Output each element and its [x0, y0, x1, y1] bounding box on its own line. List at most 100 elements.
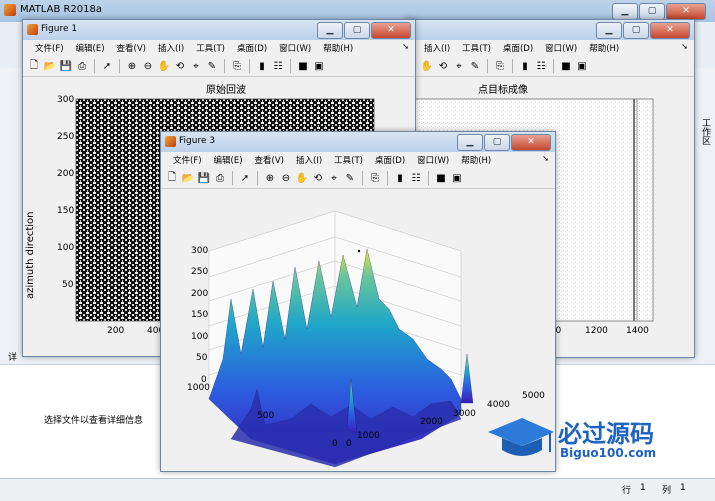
maximize-button[interactable]: ▢: [623, 22, 649, 39]
toolbar-separator: [224, 59, 225, 73]
link-icon[interactable]: ⎘: [230, 59, 244, 73]
colorbar-icon[interactable]: ▮: [518, 59, 532, 73]
hide-icon[interactable]: ■: [559, 59, 573, 73]
menu-desktop[interactable]: 桌面(D): [231, 40, 273, 56]
legend-icon[interactable]: ☷: [409, 171, 423, 185]
menu-desktop[interactable]: 桌面(D): [497, 40, 539, 56]
print-icon[interactable]: ⎙: [75, 59, 89, 73]
pointer-icon[interactable]: ➚: [100, 59, 114, 73]
data-cursor-icon[interactable]: ⌖: [327, 171, 341, 185]
menu-help[interactable]: 帮助(H): [317, 40, 359, 56]
data-cursor-icon[interactable]: ⌖: [189, 59, 203, 73]
minimize-button[interactable]: ▁: [596, 22, 622, 39]
menu-file[interactable]: 文件(F): [167, 152, 208, 168]
close-button[interactable]: ✕: [650, 22, 690, 39]
menu-help[interactable]: 帮助(H): [583, 40, 625, 56]
menu-tools[interactable]: 工具(T): [190, 40, 231, 56]
menu-view[interactable]: 查看(V): [111, 40, 152, 56]
pan-icon[interactable]: ✋: [295, 171, 309, 185]
save-icon[interactable]: 💾: [197, 171, 211, 185]
zoom-in-icon[interactable]: ⊕: [125, 59, 139, 73]
print-icon[interactable]: ⎙: [213, 171, 227, 185]
show-icon[interactable]: ▣: [575, 59, 589, 73]
new-figure-icon[interactable]: 🗋: [165, 171, 179, 185]
data-cursor-icon[interactable]: ⌖: [452, 59, 466, 73]
zoom-out-icon[interactable]: ⊖: [141, 59, 155, 73]
menu-file[interactable]: 文件(F): [29, 40, 70, 56]
figure3-xtick: 0: [346, 439, 352, 449]
zoom-in-icon[interactable]: ⊕: [263, 171, 277, 185]
minimize-button[interactable]: ▁: [457, 134, 483, 151]
figure3-marker: [357, 249, 361, 253]
figure2-xtick: 1200: [585, 326, 608, 336]
brush-icon[interactable]: ✎: [343, 171, 357, 185]
zoom-out-icon[interactable]: ⊖: [279, 171, 293, 185]
menu-window[interactable]: 窗口(W): [411, 152, 455, 168]
workspace-tab[interactable]: 工作区: [699, 118, 712, 145]
toolbar-separator: [553, 59, 554, 73]
colorbar-icon[interactable]: ▮: [255, 59, 269, 73]
pan-icon[interactable]: ✋: [420, 59, 434, 73]
link-icon[interactable]: ⎘: [368, 171, 382, 185]
figure1-ytick: 100: [57, 243, 75, 253]
rotate-icon[interactable]: ⟲: [436, 59, 450, 73]
rotate-icon[interactable]: ⟲: [311, 171, 325, 185]
maximize-button[interactable]: ▢: [484, 134, 510, 151]
close-button[interactable]: ✕: [371, 22, 411, 39]
menubar-arrow-icon[interactable]: ➘: [542, 154, 549, 163]
colorbar-icon[interactable]: ▮: [393, 171, 407, 185]
menu-edit[interactable]: 编辑(E): [70, 40, 111, 56]
matlab-right-dock[interactable]: 工作区: [693, 68, 715, 348]
legend-icon[interactable]: ☷: [271, 59, 285, 73]
toolbar-separator: [257, 171, 258, 185]
graduation-cap-icon: [488, 418, 554, 456]
new-figure-icon[interactable]: 🗋: [27, 59, 41, 73]
menubar-arrow-icon[interactable]: ➘: [681, 42, 688, 51]
figure1-ytick: 150: [57, 206, 75, 216]
figure1-titlebar[interactable]: Figure 1 ▁ ▢ ✕: [23, 20, 415, 40]
matlab-title: MATLAB R2018a: [20, 4, 103, 15]
menu-insert[interactable]: 插入(I): [418, 40, 456, 56]
show-icon[interactable]: ▣: [312, 59, 326, 73]
figure2-menubar: 插入(I) 工具(T) 桌面(D) 窗口(W) 帮助(H) ➘: [406, 40, 694, 56]
close-button[interactable]: ✕: [666, 3, 706, 20]
menu-tools[interactable]: 工具(T): [456, 40, 497, 56]
save-icon[interactable]: 💾: [59, 59, 73, 73]
menubar-arrow-icon[interactable]: ➘: [402, 42, 409, 51]
brush-icon[interactable]: ✎: [205, 59, 219, 73]
maximize-button[interactable]: ▢: [639, 3, 665, 20]
menu-help[interactable]: 帮助(H): [455, 152, 497, 168]
minimize-button[interactable]: ▁: [317, 22, 343, 39]
maximize-button[interactable]: ▢: [344, 22, 370, 39]
legend-icon[interactable]: ☷: [534, 59, 548, 73]
menu-edit[interactable]: 编辑(E): [208, 152, 249, 168]
figure3-menubar: 文件(F) 编辑(E) 查看(V) 插入(I) 工具(T) 桌面(D) 窗口(W…: [161, 152, 555, 168]
figure3-ztick: 300: [191, 246, 209, 256]
figure3-titlebar[interactable]: Figure 3 ▁ ▢ ✕: [161, 132, 555, 152]
menu-window[interactable]: 窗口(W): [273, 40, 317, 56]
brush-icon[interactable]: ✎: [468, 59, 482, 73]
link-icon[interactable]: ⎘: [493, 59, 507, 73]
show-icon[interactable]: ▣: [450, 171, 464, 185]
menu-desktop[interactable]: 桌面(D): [369, 152, 411, 168]
menu-tools[interactable]: 工具(T): [328, 152, 369, 168]
open-icon[interactable]: 📂: [181, 171, 195, 185]
hide-icon[interactable]: ■: [434, 171, 448, 185]
matlab-logo-icon: [4, 4, 16, 16]
pointer-icon[interactable]: ➚: [238, 171, 252, 185]
menu-window[interactable]: 窗口(W): [539, 40, 583, 56]
rotate-icon[interactable]: ⟲: [173, 59, 187, 73]
figure3-ztick: 250: [191, 267, 209, 277]
figure2-titlebar[interactable]: ▁ ▢ ✕: [406, 20, 694, 40]
menu-view[interactable]: 查看(V): [249, 152, 290, 168]
pan-icon[interactable]: ✋: [157, 59, 171, 73]
figure3-xtick: 1000: [357, 431, 380, 441]
menu-insert[interactable]: 插入(I): [290, 152, 328, 168]
minimize-button[interactable]: ▁: [612, 3, 638, 20]
menu-insert[interactable]: 插入(I): [152, 40, 190, 56]
close-button[interactable]: ✕: [511, 134, 551, 151]
hide-icon[interactable]: ■: [296, 59, 310, 73]
details-message: 选择文件以查看详细信息: [44, 416, 144, 426]
open-icon[interactable]: 📂: [43, 59, 57, 73]
figure3-ztick: 150: [191, 310, 209, 320]
